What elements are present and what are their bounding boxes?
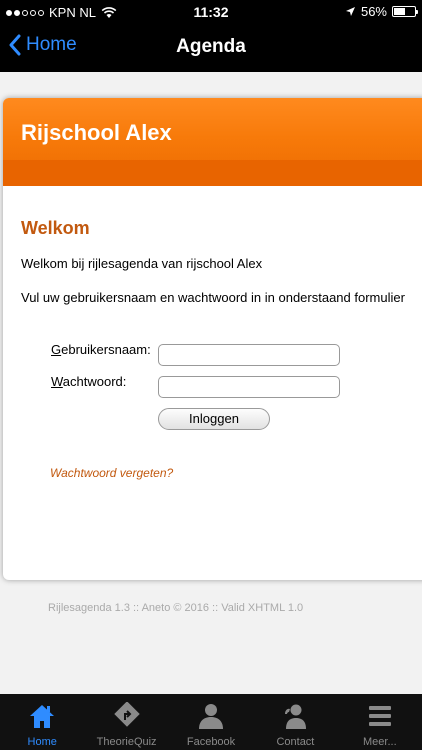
password-label-text: achtwoord: [62,374,127,389]
forgot-password-link[interactable]: Wachtwoord vergeten? [50,466,173,480]
tab-facebook-label: Facebook [186,736,236,748]
battery-percentage: 56% [360,4,387,19]
header-band [3,160,422,186]
username-label-accesskey: G [51,342,62,357]
tab-theoriequiz[interactable]: TheorieQuiz [84,694,168,750]
road-sign-icon [113,702,140,727]
status-right: 56% [345,4,418,19]
intro-text: Welkom bij rijlesagenda van rijschool Al… [21,256,263,271]
tab-home[interactable]: Home [0,694,84,750]
username-label: Gebruikersnaam: [51,342,151,357]
navigation-bar: Home Agenda [0,24,422,72]
tab-theoriequiz-label: TheorieQuiz [96,736,157,748]
tab-facebook[interactable]: Facebook [169,694,253,750]
username-label-text: ebruikersnaam: [61,342,151,357]
tab-contact[interactable]: Contact [253,694,337,750]
nav-title: Agenda [176,36,246,57]
tab-contact-label: Contact [276,736,315,748]
login-card: Rijschool Alex Welkom Welkom bij rijlesa… [3,98,422,580]
person-icon [199,704,224,729]
site-title: Rijschool Alex [21,120,172,145]
tab-home-label: Home [27,736,57,748]
card-header: Rijschool Alex [3,98,422,186]
login-button[interactable]: Inloggen [158,408,270,430]
battery-icon [392,6,418,17]
menu-icon [368,706,391,726]
location-arrow-icon [345,7,355,16]
tab-bar: Home TheorieQuiz Facebook Contact Meer..… [0,694,422,750]
tab-more-label: Meer... [363,736,397,748]
tab-more[interactable]: Meer... [338,694,422,750]
password-label-accesskey: W [51,374,63,389]
page-footer: Rijlesagenda 1.3 :: Aneto © 2016 :: Vali… [48,602,304,614]
contact-icon [285,704,307,729]
password-label: Wachtwoord: [51,374,126,389]
password-input[interactable] [158,376,340,398]
status-bar: KPN NL 11:32 56% [0,0,422,24]
web-content[interactable]: Rijschool Alex Welkom Welkom bij rijlesa… [0,72,422,694]
username-input[interactable] [158,344,340,366]
battery-fill [394,8,405,15]
welcome-heading: Welkom [21,218,90,238]
instruction-text: Vul uw gebruikersnaam en wachtwoord in i… [21,290,405,305]
home-icon [30,705,55,728]
